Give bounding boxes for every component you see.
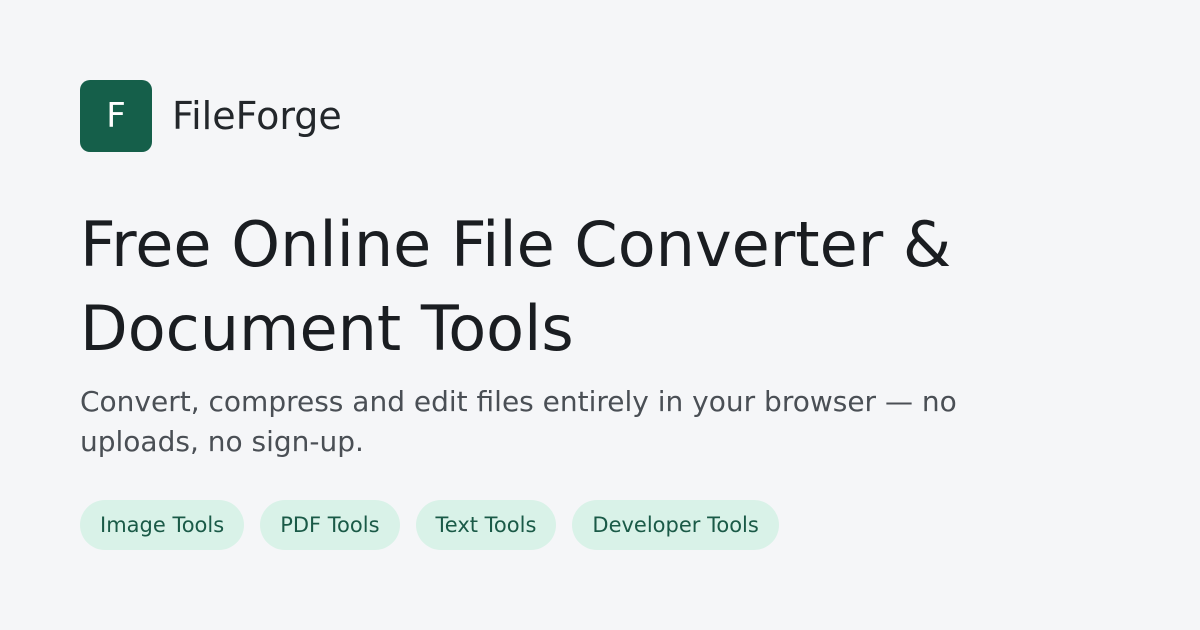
chip-developer-tools[interactable]: Developer Tools — [572, 500, 779, 550]
chip-image-tools[interactable]: Image Tools — [80, 500, 245, 550]
page-subtitle: Convert, compress and edit files entirel… — [80, 385, 957, 458]
category-chips: Image Tools PDF Tools Text Tools Develop… — [80, 500, 779, 550]
brand-name: FileForge — [172, 94, 342, 138]
chip-text-tools[interactable]: Text Tools — [415, 500, 557, 550]
page-title: Free Online File Converter & Document To… — [80, 208, 952, 365]
chip-pdf-tools[interactable]: PDF Tools — [260, 500, 400, 550]
brand: F FileForge — [80, 80, 342, 152]
logo-icon: F — [80, 80, 152, 152]
